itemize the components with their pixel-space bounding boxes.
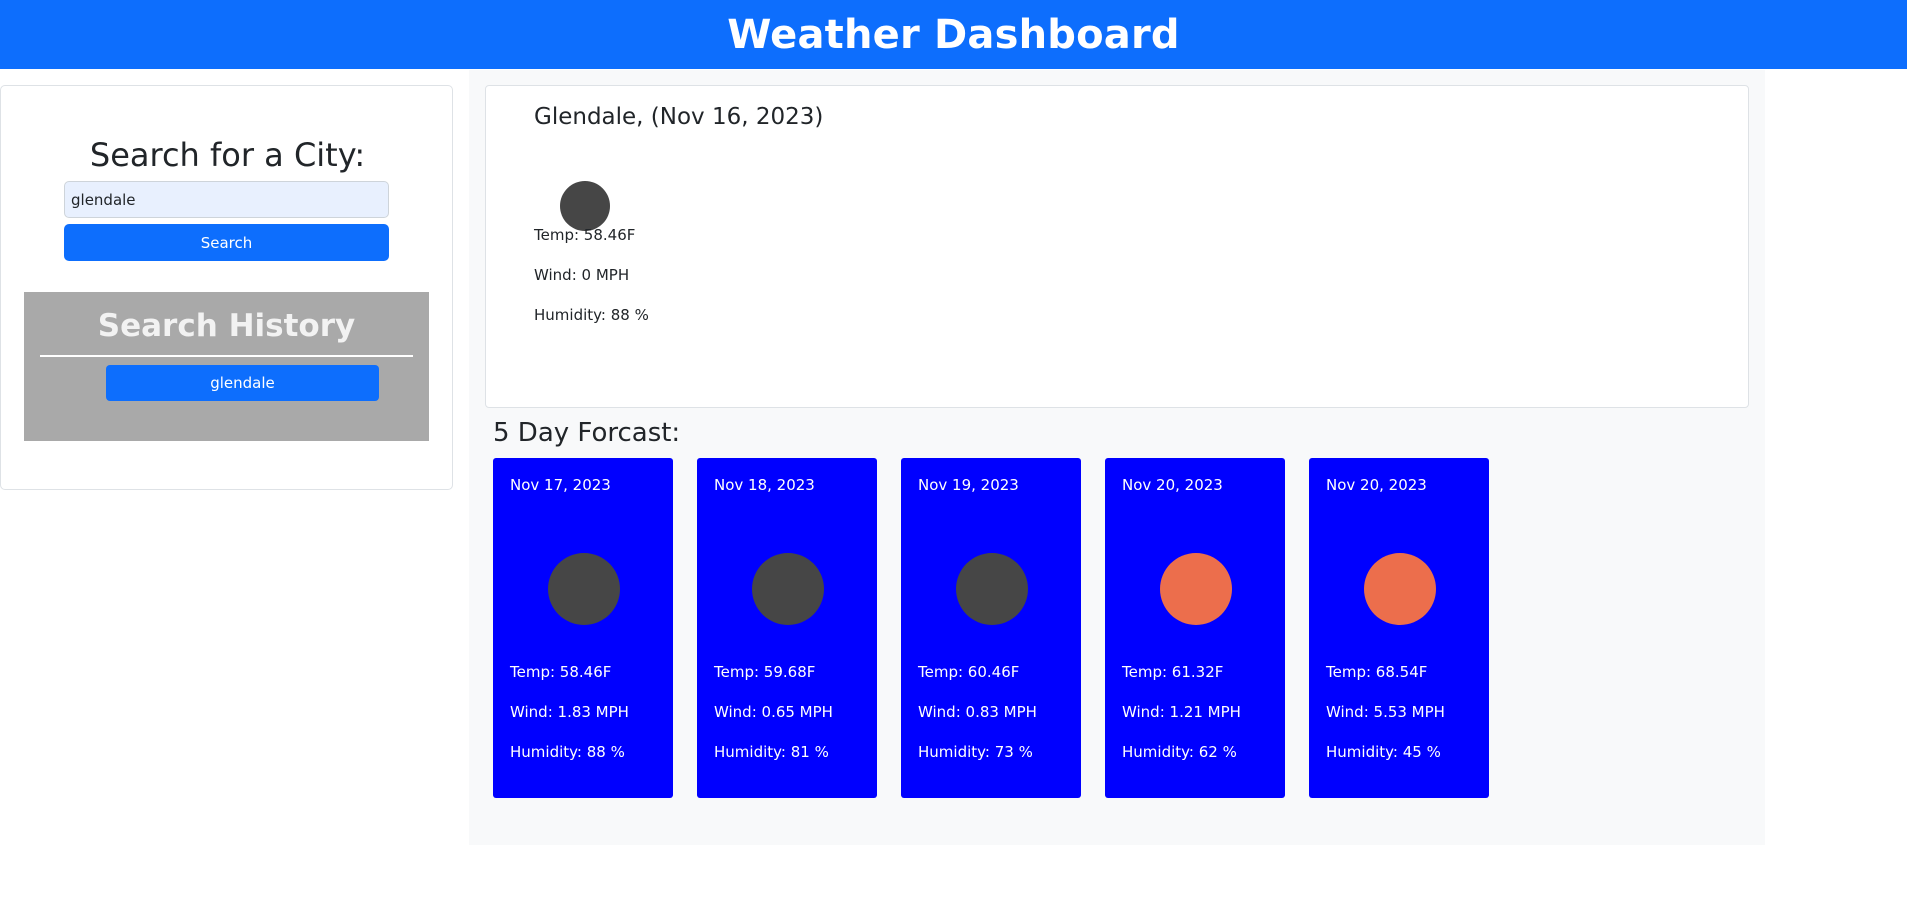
search-panel: Search for a City: Search Search History… <box>0 85 453 490</box>
forecast-date: Nov 20, 2023 <box>1326 476 1427 494</box>
search-history-panel: Search History glendale <box>24 292 429 441</box>
search-history-divider <box>40 355 413 357</box>
forecast-date: Nov 19, 2023 <box>918 476 1019 494</box>
forecast-date: Nov 17, 2023 <box>510 476 611 494</box>
sun-weather-icon <box>1160 553 1232 625</box>
forecast-wind: Wind: 0.65 MPH <box>714 703 833 721</box>
current-humidity: Humidity: 88 % <box>534 306 649 324</box>
forecast-heading: 5 Day Forcast: <box>493 418 681 448</box>
forecast-humidity: Humidity: 73 % <box>918 743 1033 761</box>
forecast-temp: Temp: 68.54F <box>1326 663 1428 681</box>
forecast-card: Nov 17, 2023 Temp: 58.46F Wind: 1.83 MPH… <box>493 458 673 798</box>
forecast-humidity: Humidity: 88 % <box>510 743 625 761</box>
current-temp: Temp: 58.46F <box>534 226 636 244</box>
forecast-humidity: Humidity: 62 % <box>1122 743 1237 761</box>
dark-circle-weather-icon <box>560 181 610 231</box>
current-wind: Wind: 0 MPH <box>534 266 630 284</box>
search-button[interactable]: Search <box>64 224 389 261</box>
forecast-temp: Temp: 58.46F <box>510 663 612 681</box>
forecast-card: Nov 20, 2023 Temp: 61.32F Wind: 1.21 MPH… <box>1105 458 1285 798</box>
dark-circle-weather-icon <box>752 553 824 625</box>
forecast-humidity: Humidity: 81 % <box>714 743 829 761</box>
weather-main-panel: Glendale, (Nov 16, 2023) Temp: 58.46F Wi… <box>469 70 1765 845</box>
forecast-wind: Wind: 0.83 MPH <box>918 703 1037 721</box>
app-title: Weather Dashboard <box>727 11 1180 58</box>
forecast-wind: Wind: 1.83 MPH <box>510 703 629 721</box>
forecast-temp: Temp: 61.32F <box>1122 663 1224 681</box>
search-title: Search for a City: <box>89 136 366 174</box>
current-weather-card: Glendale, (Nov 16, 2023) Temp: 58.46F Wi… <box>485 85 1749 408</box>
city-search-input[interactable] <box>64 181 389 218</box>
dark-circle-weather-icon <box>956 553 1028 625</box>
current-weather-title: Glendale, (Nov 16, 2023) <box>534 104 824 130</box>
forecast-card: Nov 18, 2023 Temp: 59.68F Wind: 0.65 MPH… <box>697 458 877 798</box>
forecast-wind: Wind: 5.53 MPH <box>1326 703 1445 721</box>
forecast-card: Nov 20, 2023 Temp: 68.54F Wind: 5.53 MPH… <box>1309 458 1489 798</box>
history-item-glendale[interactable]: glendale <box>106 365 379 401</box>
app-header: Weather Dashboard <box>0 0 1907 69</box>
forecast-temp: Temp: 60.46F <box>918 663 1020 681</box>
forecast-wind: Wind: 1.21 MPH <box>1122 703 1241 721</box>
search-history-title: Search History <box>97 308 356 344</box>
forecast-card: Nov 19, 2023 Temp: 60.46F Wind: 0.83 MPH… <box>901 458 1081 798</box>
forecast-humidity: Humidity: 45 % <box>1326 743 1441 761</box>
forecast-date: Nov 18, 2023 <box>714 476 815 494</box>
sun-weather-icon <box>1364 553 1436 625</box>
forecast-temp: Temp: 59.68F <box>714 663 816 681</box>
forecast-date: Nov 20, 2023 <box>1122 476 1223 494</box>
dark-circle-weather-icon <box>548 553 620 625</box>
